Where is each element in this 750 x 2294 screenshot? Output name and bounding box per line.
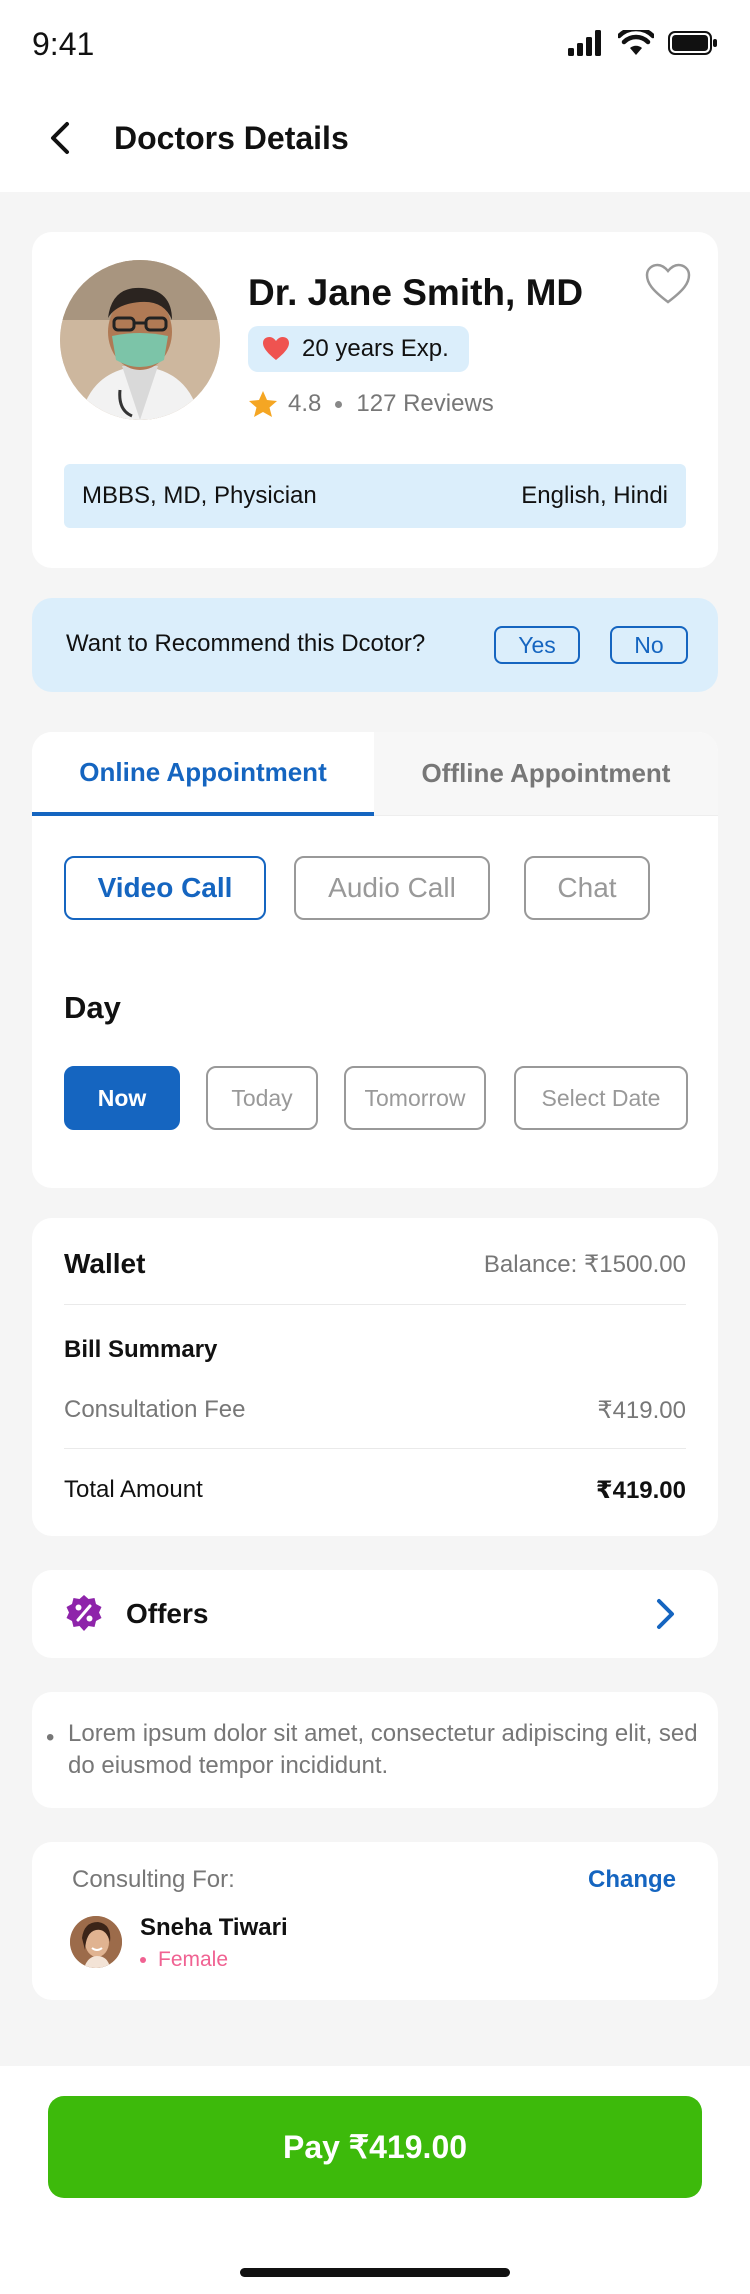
experience-text: 20 years Exp. xyxy=(302,335,449,362)
offers-label: Offers xyxy=(126,1598,209,1629)
recommend-question: Want to Recommend this Dcotor? xyxy=(66,630,426,657)
separator-dot xyxy=(335,400,343,408)
tab-online-appointment[interactable]: Online Appointment xyxy=(32,732,374,816)
patient-gender: Female xyxy=(140,1948,228,1972)
patient-gender-text: Female xyxy=(158,1948,229,1971)
doctor-name: Dr. Jane Smith, MD xyxy=(248,272,584,313)
wallet-balance: Balance: ₹1500.00 xyxy=(483,1251,686,1278)
battery-icon xyxy=(668,31,717,55)
divider xyxy=(64,1304,686,1305)
gender-dot xyxy=(140,1957,146,1963)
patient-name: Sneha Tiwari xyxy=(140,1914,288,1941)
app-header: Doctors Details xyxy=(0,88,750,192)
discount-badge-icon xyxy=(64,1594,104,1634)
bill-summary-title: Bill Summary xyxy=(64,1336,218,1363)
recommend-card: Want to Recommend this Dcotor? Yes No xyxy=(32,598,718,692)
chat-button[interactable]: Chat xyxy=(524,856,650,920)
tab-offline-appointment[interactable]: Offline Appointment xyxy=(374,732,718,816)
audio-call-button[interactable]: Audio Call xyxy=(294,856,490,920)
note-card: • Lorem ipsum dolor sit amet, consectetu… xyxy=(32,1692,718,1808)
video-call-button[interactable]: Video Call xyxy=(64,856,266,920)
divider xyxy=(64,1448,686,1449)
heart-icon xyxy=(263,337,289,360)
rating-value: 4.8 xyxy=(288,390,322,417)
select-date-button[interactable]: Select Date xyxy=(514,1066,688,1130)
recommend-yes-button[interactable]: Yes xyxy=(494,626,580,664)
note-text: Lorem ipsum dolor sit amet, consectetur … xyxy=(68,1720,698,1779)
wallet-card: Wallet Balance: ₹1500.00 Bill Summary Co… xyxy=(32,1218,718,1536)
heart-outline-icon xyxy=(645,263,691,304)
doctor-avatar xyxy=(60,260,220,420)
day-tomorrow-button[interactable]: Tomorrow xyxy=(344,1066,486,1130)
qualifications: MBBS, MD, Physician xyxy=(82,482,317,509)
doctor-info-strip: MBBS, MD, Physician English, Hindi xyxy=(64,464,686,528)
change-patient-link[interactable]: Change xyxy=(588,1866,676,1894)
total-amount-value: ₹419.00 xyxy=(595,1477,686,1504)
day-heading: Day xyxy=(64,990,121,1025)
day-today-button[interactable]: Today xyxy=(206,1066,318,1130)
recommend-no-button[interactable]: No xyxy=(610,626,688,664)
chevron-left-icon xyxy=(51,122,69,154)
day-now-button[interactable]: Now xyxy=(64,1066,180,1130)
reviews-count[interactable]: 127 Reviews xyxy=(356,390,493,418)
status-bar: 9:41 xyxy=(0,0,750,88)
status-time: 9:41 xyxy=(32,26,95,62)
appointment-card: Online Appointment Offline Appointment V… xyxy=(32,732,718,1188)
total-amount-label: Total Amount xyxy=(64,1476,203,1503)
back-button[interactable] xyxy=(36,114,84,162)
status-icons xyxy=(568,30,718,56)
consulting-for-label: Consulting For: xyxy=(72,1866,235,1893)
star-icon xyxy=(249,391,277,417)
wifi-icon xyxy=(618,30,654,55)
home-indicator xyxy=(240,2268,510,2277)
consulting-for-card: Consulting For: Change Sneha Tiwari Fema… xyxy=(32,1842,718,2000)
languages: English, Hindi xyxy=(521,482,668,509)
offers-row[interactable]: Offers xyxy=(32,1570,718,1658)
doctor-profile-card: Dr. Jane Smith, MD 20 years Exp. 4.8 127… xyxy=(32,232,718,568)
rating-row: 4.8 127 Reviews xyxy=(248,390,494,418)
consultation-fee-label: Consultation Fee xyxy=(64,1396,246,1423)
chevron-right-icon xyxy=(652,1598,678,1630)
wallet-title: Wallet xyxy=(64,1248,146,1279)
favorite-button[interactable] xyxy=(644,262,692,308)
consultation-fee-value: ₹419.00 xyxy=(597,1397,686,1424)
cellular-signal-icon xyxy=(568,30,601,56)
page-title: Doctors Details xyxy=(114,120,349,156)
experience-badge: 20 years Exp. xyxy=(248,326,469,372)
pay-button[interactable]: Pay ₹419.00 xyxy=(48,2096,702,2198)
bottom-action-bar: Pay ₹419.00 xyxy=(0,2066,750,2294)
patient-avatar xyxy=(70,1916,122,1968)
bullet-point: • xyxy=(46,1724,55,1751)
